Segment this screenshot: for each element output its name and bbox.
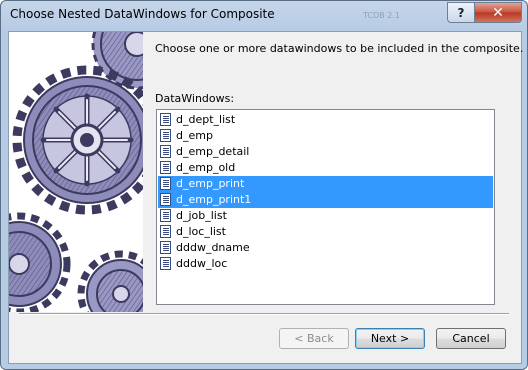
datawindow-list-item[interactable]: d_emp_print — [158, 176, 493, 192]
datawindow-list-item[interactable]: dddw_loc — [158, 256, 493, 272]
datawindows-listbox[interactable]: d_dept_list d_emp d_emp_detail d_emp_old d_e… — [156, 109, 495, 305]
cancel-button[interactable]: Cancel — [436, 328, 506, 349]
datawindow-document-icon — [160, 129, 171, 142]
help-button[interactable]: ? — [447, 2, 475, 23]
datawindow-item-label: d_emp — [176, 129, 213, 142]
title-bar[interactable]: Choose Nested DataWindows for Composite … — [1, 1, 527, 31]
datawindow-document-icon — [160, 241, 171, 254]
dialog-window: Choose Nested DataWindows for Composite … — [0, 0, 528, 370]
window-title: Choose Nested DataWindows for Composite — [10, 7, 275, 21]
instruction-text: Choose one or more datawindows to be inc… — [155, 42, 524, 55]
gears-icon — [9, 32, 143, 312]
datawindow-list-item[interactable]: d_dept_list — [158, 112, 493, 128]
close-icon: ✕ — [492, 4, 504, 21]
datawindow-item-label: dddw_dname — [176, 241, 250, 254]
datawindow-document-icon — [160, 225, 171, 238]
datawindow-document-icon — [160, 161, 171, 174]
datawindow-list-item[interactable]: d_emp_print1 — [158, 192, 493, 208]
datawindow-document-icon — [160, 177, 171, 190]
datawindow-document-icon — [160, 209, 171, 222]
datawindow-document-icon — [160, 193, 171, 206]
datawindow-list-item[interactable]: d_emp — [158, 128, 493, 144]
datawindow-item-label: d_loc_list — [176, 225, 226, 238]
datawindow-item-label: d_emp_print — [176, 177, 245, 190]
datawindow-list-item[interactable]: d_emp_old — [158, 160, 493, 176]
datawindow-list-item[interactable]: d_emp_detail — [158, 144, 493, 160]
datawindow-list-item[interactable]: dddw_dname — [158, 240, 493, 256]
datawindow-item-label: d_emp_old — [176, 161, 236, 174]
gears-illustration — [9, 32, 143, 312]
dialog-client-area: Choose one or more datawindows to be inc… — [8, 31, 524, 364]
next-button[interactable]: Next > — [355, 328, 425, 349]
separator — [19, 313, 509, 315]
datawindow-item-label: d_emp_detail — [176, 145, 250, 158]
datawindow-list-item[interactable]: d_job_list — [158, 208, 493, 224]
title-background-text: TCDB 2.1 — [363, 11, 400, 20]
close-button[interactable]: ✕ — [474, 2, 522, 23]
datawindows-label: DataWindows: — [155, 92, 235, 105]
datawindow-document-icon — [160, 257, 171, 270]
datawindow-item-label: d_emp_print1 — [176, 193, 252, 206]
help-icon: ? — [457, 5, 465, 20]
datawindow-document-icon — [160, 113, 171, 126]
datawindow-list-item[interactable]: d_loc_list — [158, 224, 493, 240]
datawindow-item-label: d_dept_list — [176, 113, 236, 126]
datawindow-item-label: d_job_list — [176, 209, 227, 222]
datawindow-document-icon — [160, 145, 171, 158]
back-button[interactable]: < Back — [279, 328, 349, 349]
datawindow-item-label: dddw_loc — [176, 257, 228, 270]
